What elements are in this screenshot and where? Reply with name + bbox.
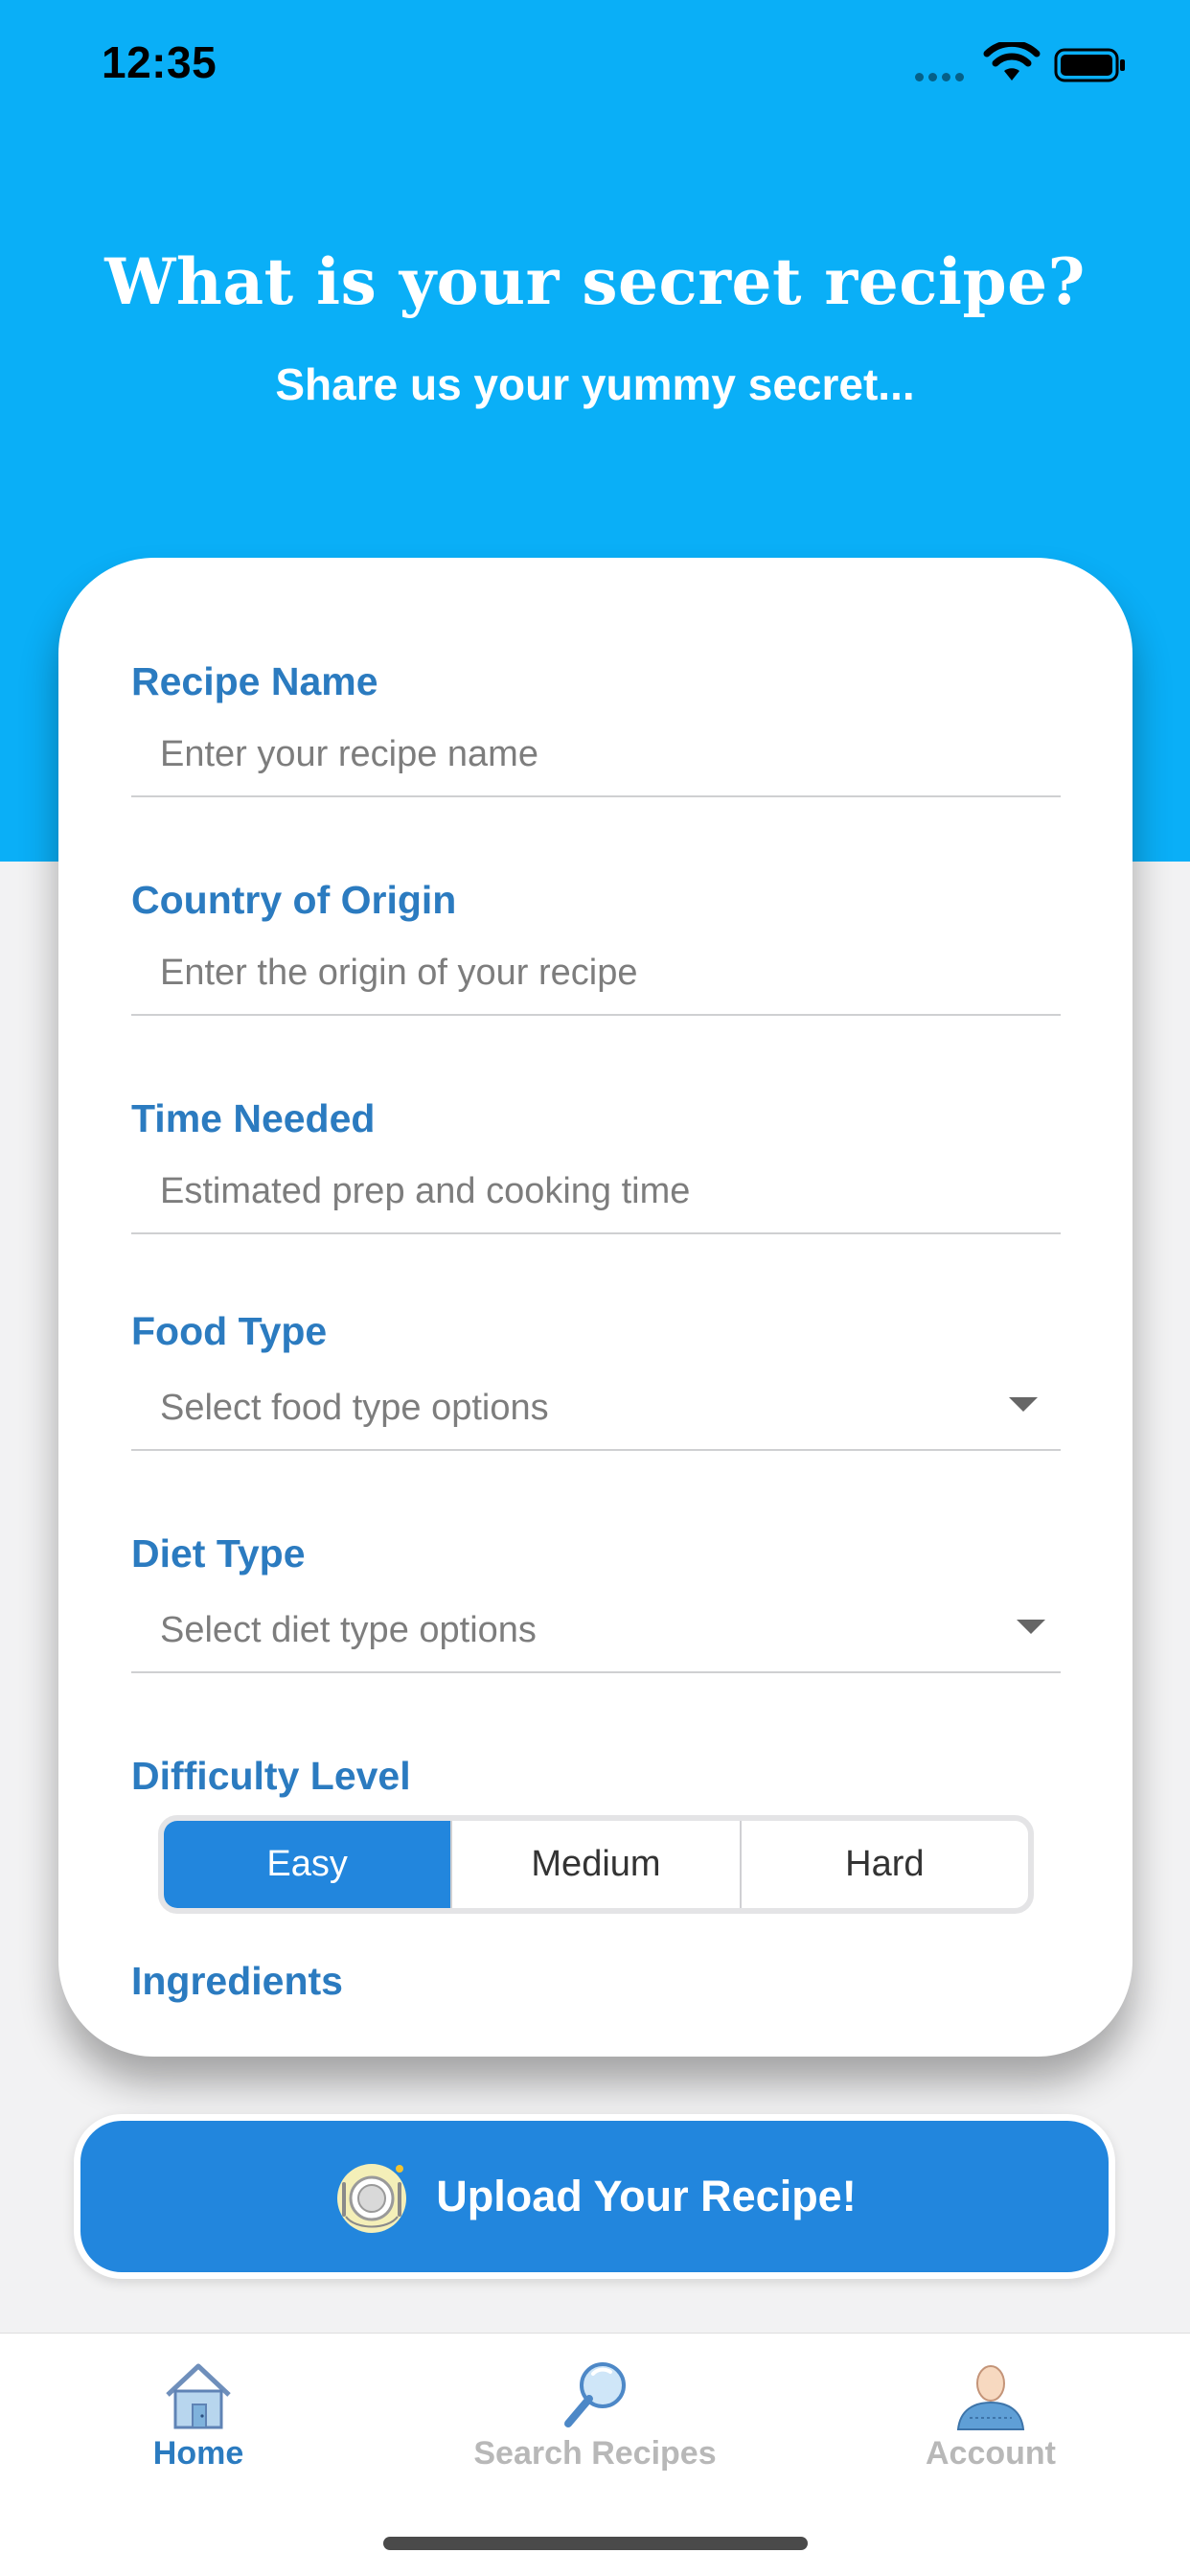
tab-search-recipes[interactable]: Search Recipes xyxy=(451,2334,739,2487)
tab-account-label: Account xyxy=(926,2435,1056,2472)
tab-home[interactable]: Home xyxy=(55,2334,342,2487)
chevron-down-icon xyxy=(1017,1620,1045,1634)
home-icon xyxy=(166,2363,231,2429)
battery-icon xyxy=(1054,48,1125,82)
ingredients-label: Ingredients xyxy=(131,1959,343,2003)
page-subtitle: Share us your yummy secret... xyxy=(275,359,915,409)
difficulty-label: Difficulty Level xyxy=(131,1754,411,1798)
upload-recipe-button[interactable]: Upload Your Recipe! xyxy=(74,2114,1115,2279)
signal-icon xyxy=(915,61,973,81)
recipe-name-label: Recipe Name xyxy=(131,659,378,703)
person-icon xyxy=(956,2365,1025,2430)
chevron-down-icon xyxy=(1009,1397,1038,1412)
recipe-name-input[interactable] xyxy=(131,713,1061,797)
magnifier-icon xyxy=(564,2362,626,2427)
diet-type-select[interactable]: Select diet type options xyxy=(131,1587,1061,1673)
difficulty-hard-segment[interactable]: Hard xyxy=(739,1821,1028,1908)
diet-type-label: Diet Type xyxy=(131,1531,306,1576)
country-input[interactable] xyxy=(131,932,1061,1016)
status-time: 12:35 xyxy=(102,37,217,87)
country-label: Country of Origin xyxy=(131,878,457,922)
food-type-select[interactable]: Select food type options xyxy=(131,1365,1061,1451)
time-needed-input[interactable] xyxy=(131,1150,1061,1234)
difficulty-easy-segment[interactable]: Easy xyxy=(164,1821,451,1908)
difficulty-medium-segment[interactable]: Medium xyxy=(450,1821,739,1908)
time-needed-label: Time Needed xyxy=(131,1096,376,1140)
recipe-form-card: Recipe Name Country of Origin Time Neede… xyxy=(58,558,1133,2057)
tab-search-recipes-label: Search Recipes xyxy=(473,2435,717,2472)
wifi-icon xyxy=(983,42,1041,80)
page-title: What is your secret recipe? xyxy=(104,244,1086,319)
status-bar: 12:35 xyxy=(0,0,1190,134)
plate-icon xyxy=(337,2164,407,2233)
home-indicator[interactable] xyxy=(383,2537,808,2550)
food-type-placeholder: Select food type options xyxy=(160,1388,549,1428)
tab-home-label: Home xyxy=(152,2435,244,2472)
difficulty-segmented-control: Easy Medium Hard xyxy=(158,1815,1034,1914)
upload-recipe-label: Upload Your Recipe! xyxy=(436,2172,857,2220)
diet-type-placeholder: Select diet type options xyxy=(160,1610,537,1650)
tab-account[interactable]: Account xyxy=(847,2334,1134,2487)
food-type-label: Food Type xyxy=(131,1309,328,1353)
